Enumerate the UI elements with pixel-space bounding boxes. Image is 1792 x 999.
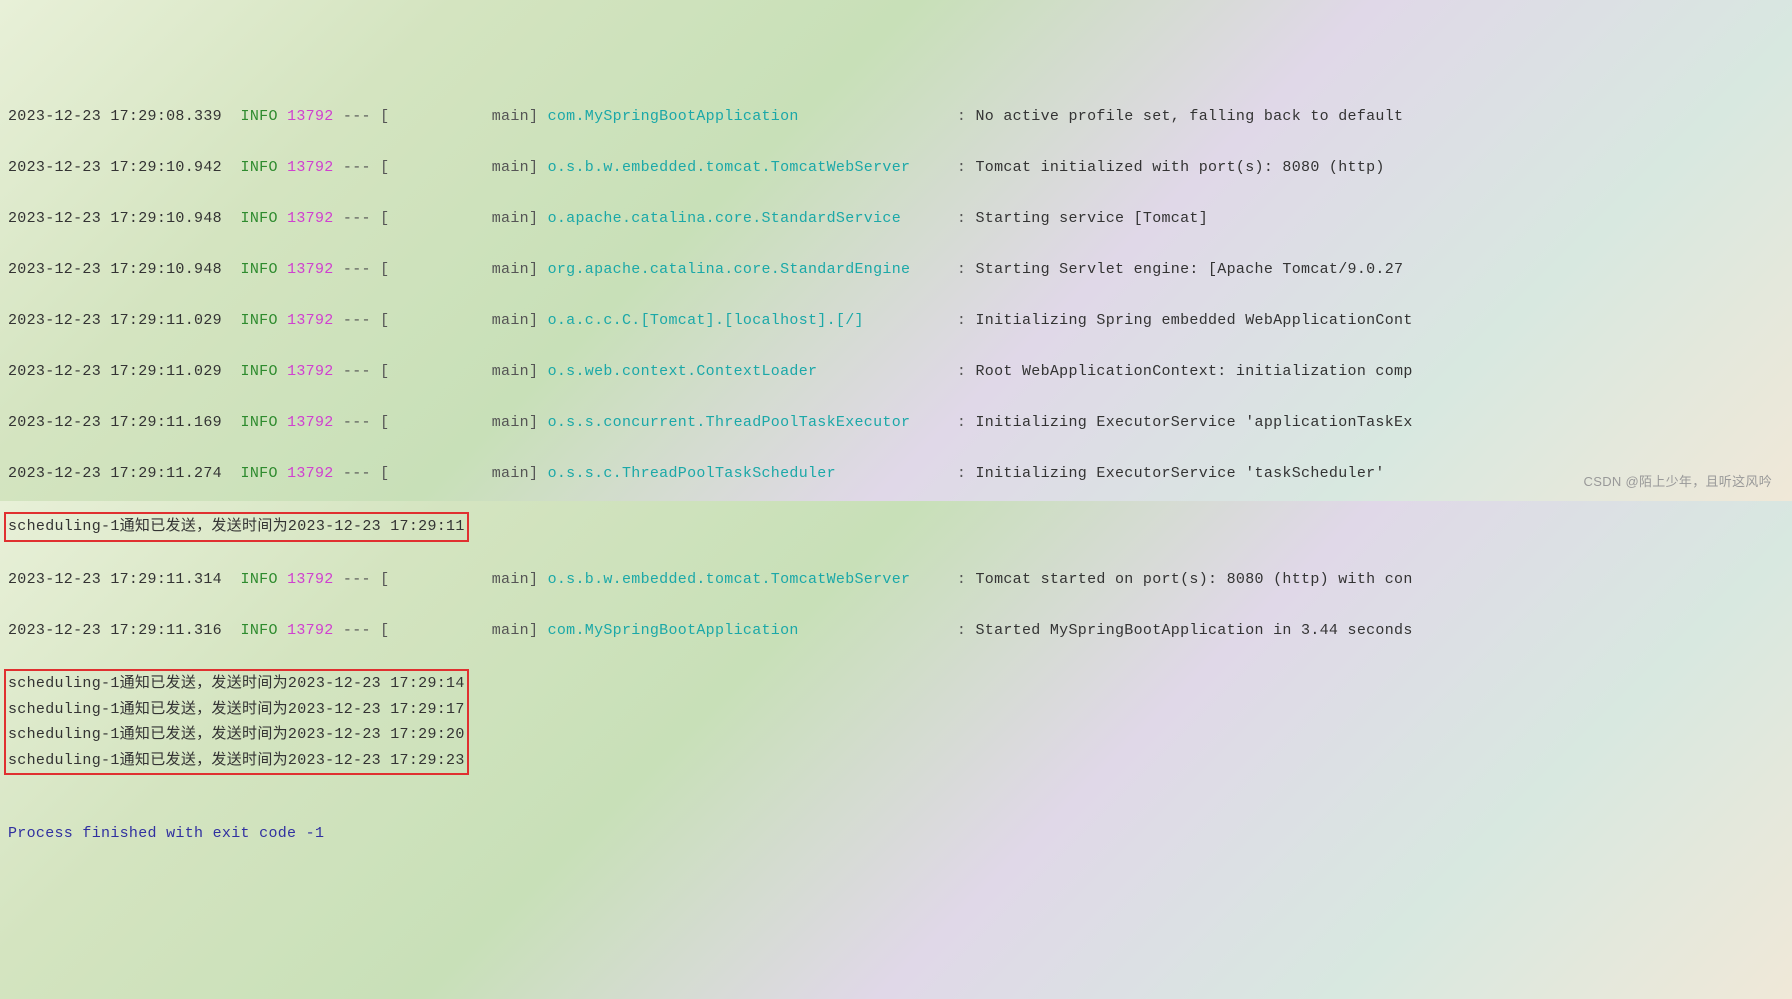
log-sep: --- [: [343, 159, 390, 176]
log-colon: :: [957, 108, 966, 125]
log-row: 2023-12-23 17:29:11.316 INFO 13792 --- […: [8, 618, 1784, 644]
log-message: Started MySpringBootApplication in 3.44 …: [975, 622, 1412, 639]
log-logger: o.s.b.w.embedded.tomcat.TomcatWebServer: [548, 159, 948, 176]
csdn-watermark: CSDN @陌上少年，且听这风吟: [1584, 471, 1772, 493]
log-logger: o.s.s.concurrent.ThreadPoolTaskExecutor: [548, 414, 948, 431]
log-row: 2023-12-23 17:29:11.314 INFO 13792 --- […: [8, 567, 1784, 593]
log-message: Initializing ExecutorService 'applicatio…: [975, 414, 1412, 431]
log-pid: 13792: [287, 210, 334, 227]
log-colon: :: [957, 465, 966, 482]
log-message: Starting Servlet engine: [Apache Tomcat/…: [975, 261, 1403, 278]
log-level: INFO: [241, 108, 278, 125]
log-sep: --- [: [343, 312, 390, 329]
log-row: 2023-12-23 17:29:11.274 INFO 13792 --- […: [8, 461, 1784, 487]
log-level: INFO: [241, 159, 278, 176]
log-thread: main]: [389, 210, 538, 227]
log-timestamp: 2023-12-23 17:29:10.948: [8, 261, 222, 278]
scheduling-text: scheduling-1通知已发送，发送时间为2023-12-23 17:29:…: [8, 752, 465, 769]
scheduling-text: scheduling-1通知已发送，发送时间为2023-12-23 17:29:…: [8, 701, 465, 718]
log-colon: :: [957, 571, 966, 588]
log-sep: --- [: [343, 210, 390, 227]
scheduling-text: scheduling-1通知已发送，发送时间为2023-12-23 17:29:…: [8, 518, 465, 535]
log-timestamp: 2023-12-23 17:29:11.169: [8, 414, 222, 431]
log-pid: 13792: [287, 465, 334, 482]
log-timestamp: 2023-12-23 17:29:11.316: [8, 622, 222, 639]
log-timestamp: 2023-12-23 17:29:10.942: [8, 159, 222, 176]
log-pid: 13792: [287, 261, 334, 278]
log-message: Tomcat initialized with port(s): 8080 (h…: [975, 159, 1384, 176]
log-level: INFO: [241, 210, 278, 227]
log-message: Initializing ExecutorService 'taskSchedu…: [975, 465, 1384, 482]
process-exit-line: Process finished with exit code -1: [8, 821, 1784, 847]
log-level: INFO: [241, 261, 278, 278]
log-logger: com.MySpringBootApplication: [548, 622, 948, 639]
log-logger: com.MySpringBootApplication: [548, 108, 948, 125]
log-thread: main]: [389, 312, 538, 329]
log-sep: --- [: [343, 622, 390, 639]
log-thread: main]: [389, 465, 538, 482]
log-row: 2023-12-23 17:29:11.029 INFO 13792 --- […: [8, 359, 1784, 385]
log-sep: --- [: [343, 465, 390, 482]
log-row: 2023-12-23 17:29:10.942 INFO 13792 --- […: [8, 155, 1784, 181]
log-thread: main]: [389, 261, 538, 278]
log-pid: 13792: [287, 414, 334, 431]
log-timestamp: 2023-12-23 17:29:11.274: [8, 465, 222, 482]
scheduling-text: scheduling-1通知已发送，发送时间为2023-12-23 17:29:…: [8, 726, 465, 743]
log-sep: --- [: [343, 261, 390, 278]
log-row: 2023-12-23 17:29:11.029 INFO 13792 --- […: [8, 308, 1784, 334]
log-colon: :: [957, 210, 966, 227]
log-pid: 13792: [287, 312, 334, 329]
log-timestamp: 2023-12-23 17:29:11.029: [8, 312, 222, 329]
log-pid: 13792: [287, 108, 334, 125]
log-pid: 13792: [287, 622, 334, 639]
log-level: INFO: [241, 622, 278, 639]
log-level: INFO: [241, 571, 278, 588]
log-timestamp: 2023-12-23 17:29:11.314: [8, 571, 222, 588]
log-message: Starting service [Tomcat]: [975, 210, 1208, 227]
log-colon: :: [957, 261, 966, 278]
log-logger: o.s.b.w.embedded.tomcat.TomcatWebServer: [548, 571, 948, 588]
log-message: Tomcat started on port(s): 8080 (http) w…: [975, 571, 1412, 588]
log-message: Root WebApplicationContext: initializati…: [975, 363, 1412, 380]
log-level: INFO: [241, 414, 278, 431]
log-pid: 13792: [287, 363, 334, 380]
log-logger: o.apache.catalina.core.StandardService: [548, 210, 948, 227]
log-sep: --- [: [343, 363, 390, 380]
log-colon: :: [957, 159, 966, 176]
log-thread: main]: [389, 108, 538, 125]
log-row: 2023-12-23 17:29:11.169 INFO 13792 --- […: [8, 410, 1784, 436]
log-pid: 13792: [287, 159, 334, 176]
log-sep: --- [: [343, 571, 390, 588]
log-level: INFO: [241, 465, 278, 482]
log-logger: o.s.s.c.ThreadPoolTaskScheduler: [548, 465, 948, 482]
log-logger: o.s.web.context.ContextLoader: [548, 363, 948, 380]
highlighted-scheduling-line-1: scheduling-1通知已发送，发送时间为2023-12-23 17:29:…: [4, 512, 469, 542]
log-sep: --- [: [343, 108, 390, 125]
log-colon: :: [957, 312, 966, 329]
log-colon: :: [957, 363, 966, 380]
log-colon: :: [957, 622, 966, 639]
log-message: Initializing Spring embedded WebApplicat…: [975, 312, 1412, 329]
log-row: 2023-12-23 17:29:08.339 INFO 13792 --- […: [8, 104, 1784, 130]
log-pid: 13792: [287, 571, 334, 588]
log-row: 2023-12-23 17:29:10.948 INFO 13792 --- […: [8, 257, 1784, 283]
log-thread: main]: [389, 363, 538, 380]
highlighted-scheduling-block: scheduling-1通知已发送，发送时间为2023-12-23 17:29:…: [4, 669, 469, 775]
log-logger: org.apache.catalina.core.StandardEngine: [548, 261, 948, 278]
log-thread: main]: [389, 414, 538, 431]
log-sep: --- [: [343, 414, 390, 431]
log-thread: main]: [389, 571, 538, 588]
log-thread: main]: [389, 159, 538, 176]
log-level: INFO: [241, 363, 278, 380]
log-colon: :: [957, 414, 966, 431]
log-timestamp: 2023-12-23 17:29:08.339: [8, 108, 222, 125]
log-row: 2023-12-23 17:29:10.948 INFO 13792 --- […: [8, 206, 1784, 232]
log-logger: o.a.c.c.C.[Tomcat].[localhost].[/]: [548, 312, 948, 329]
log-timestamp: 2023-12-23 17:29:10.948: [8, 210, 222, 227]
log-message: No active profile set, falling back to d…: [975, 108, 1403, 125]
log-timestamp: 2023-12-23 17:29:11.029: [8, 363, 222, 380]
scheduling-text: scheduling-1通知已发送，发送时间为2023-12-23 17:29:…: [8, 675, 465, 692]
log-thread: main]: [389, 622, 538, 639]
log-level: INFO: [241, 312, 278, 329]
